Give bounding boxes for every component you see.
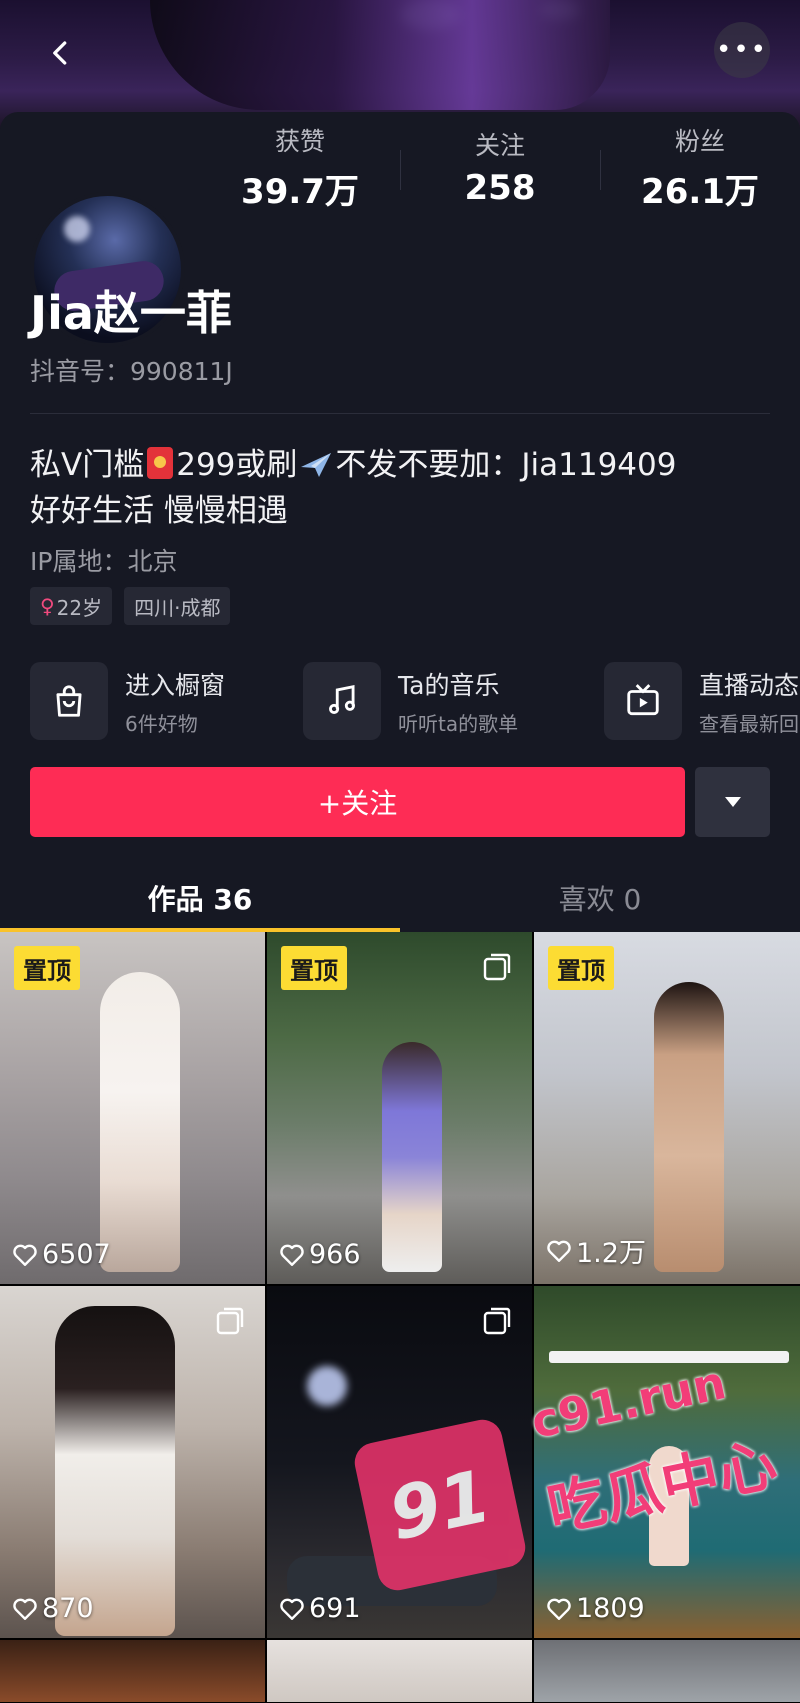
profile-card: 获赞 39.7万 关注 258 粉丝 26.1万 Jia赵一菲 抖音号：9908… <box>0 112 800 932</box>
thumbnail-swing-frame <box>549 1351 789 1363</box>
bio-line-1: 私V门槛 299或刷 不发不要加：Jia119409 <box>30 442 676 488</box>
like-count: 691 <box>279 1593 361 1624</box>
shortcut-showcase[interactable]: 进入橱窗 6件好物 <box>30 662 225 740</box>
female-icon: ♀ <box>40 594 55 618</box>
video-thumbnail[interactable]: 870 <box>0 1286 265 1638</box>
stat-likes[interactable]: 获赞 39.7万 <box>200 122 400 212</box>
stat-value: 258 <box>464 168 536 208</box>
tv-icon <box>604 662 682 740</box>
age-text: 22岁 <box>56 595 103 620</box>
thumbnail-moon <box>307 1366 347 1406</box>
douyin-id[interactable]: 抖音号：990811J <box>30 352 233 388</box>
bio-text: 不发不要加：Jia119409 <box>335 447 677 483</box>
stat-followers[interactable]: 粉丝 26.1万 <box>600 122 800 212</box>
like-count-text: 691 <box>309 1593 361 1624</box>
heart-icon <box>13 1244 37 1266</box>
shopping-bag-icon <box>30 662 108 740</box>
like-count-text: 1.2万 <box>576 1238 646 1269</box>
pinned-badge: 置顶 <box>14 946 80 990</box>
stat-label: 粉丝 <box>674 126 725 156</box>
caret-down-icon <box>724 797 741 807</box>
age-tag: ♀ 22岁 <box>30 587 113 625</box>
shortcut-title: Ta的音乐 <box>398 670 500 700</box>
video-thumbnail[interactable]: 置顶 1.2万 <box>534 932 800 1284</box>
bio-text: 私V门槛 <box>30 447 145 483</box>
stat-following[interactable]: 关注 258 <box>400 122 600 212</box>
multi-image-icon <box>483 1307 511 1335</box>
shortcut-row: 进入橱窗 6件好物 Ta的音乐 听听ta的歌单 直播动态 查看最新回 <box>30 662 800 742</box>
thumbnail-figure <box>100 972 180 1272</box>
stat-label: 获赞 <box>274 126 325 156</box>
video-thumbnail[interactable] <box>534 1640 800 1702</box>
bio-line-2: 好好生活 慢慢相遇 <box>30 493 288 529</box>
video-thumbnail[interactable] <box>267 1640 532 1702</box>
shortcut-subtitle: 6件好物 <box>125 711 198 736</box>
like-count: 6507 <box>12 1239 111 1270</box>
watermark-logo: 91 <box>351 1416 529 1594</box>
pinned-badge: 置顶 <box>281 946 347 990</box>
multi-image-icon <box>483 953 511 981</box>
like-count: 1809 <box>546 1593 645 1624</box>
profile-banner <box>0 0 800 130</box>
like-count: 870 <box>12 1593 94 1624</box>
shortcut-title: 直播动态 <box>699 670 800 700</box>
watermark-badge-text: 91 <box>382 1453 498 1557</box>
tab-likes[interactable]: 喜欢 0 <box>400 864 800 932</box>
red-envelope-icon <box>147 447 174 479</box>
location-tag: 四川·成都 <box>124 587 231 625</box>
profile-tags: ♀ 22岁 四川·成都 <box>30 587 231 625</box>
follow-button[interactable]: +关注 <box>30 767 685 837</box>
thumbnail-figure <box>654 982 724 1272</box>
ellipsis-icon: ••• <box>715 35 768 65</box>
multi-image-icon <box>216 1307 244 1335</box>
video-thumbnail[interactable]: 置顶 6507 <box>0 932 265 1284</box>
shortcut-music[interactable]: Ta的音乐 听听ta的歌单 <box>303 662 518 740</box>
back-button[interactable] <box>36 28 86 78</box>
heart-icon <box>547 1598 571 1620</box>
chevron-left-icon <box>53 41 67 65</box>
like-count-text: 966 <box>309 1239 361 1270</box>
more-options-button[interactable]: ••• <box>714 22 770 78</box>
heart-icon <box>280 1598 304 1620</box>
like-count-text: 870 <box>42 1593 94 1624</box>
heart-icon <box>13 1598 37 1620</box>
stat-value: 39.7万 <box>241 171 359 212</box>
shortcut-subtitle: 查看最新回 <box>699 711 799 736</box>
shortcut-live[interactable]: 直播动态 查看最新回 <box>604 662 799 740</box>
thumbnail-figure <box>55 1306 175 1636</box>
music-note-icon <box>303 662 381 740</box>
divider <box>30 413 770 414</box>
bio-text: 299或刷 <box>176 447 298 483</box>
stat-value: 26.1万 <box>641 171 759 212</box>
like-count-text: 6507 <box>42 1239 111 1270</box>
shortcut-subtitle: 听听ta的歌单 <box>398 711 519 736</box>
avatar-light <box>64 216 90 242</box>
content-tabs: 作品 36 喜欢 0 <box>0 864 800 932</box>
like-count-text: 1809 <box>576 1593 645 1624</box>
bio: 私V门槛 299或刷 不发不要加：Jia119409 好好生活 慢慢相遇 <box>30 442 676 534</box>
follow-dropdown-button[interactable] <box>695 767 770 837</box>
airplane-icon <box>301 453 332 477</box>
video-thumbnail[interactable]: 置顶 966 <box>267 932 532 1284</box>
banner-image <box>150 0 610 110</box>
shortcut-title: 进入橱窗 <box>125 670 226 700</box>
like-count: 966 <box>279 1239 361 1270</box>
stats-row: 获赞 39.7万 关注 258 粉丝 26.1万 <box>200 122 800 212</box>
video-thumbnail[interactable] <box>0 1640 265 1702</box>
thumbnail-figure <box>382 1042 442 1272</box>
heart-icon <box>280 1244 304 1266</box>
stat-label: 关注 <box>474 131 525 160</box>
tab-works[interactable]: 作品 36 <box>0 864 400 932</box>
pinned-badge: 置顶 <box>548 946 614 990</box>
profile-name: Jia赵一菲 <box>30 286 232 340</box>
ip-location: IP属地：北京 <box>30 547 178 576</box>
heart-icon <box>547 1240 571 1262</box>
like-count: 1.2万 <box>546 1231 646 1270</box>
